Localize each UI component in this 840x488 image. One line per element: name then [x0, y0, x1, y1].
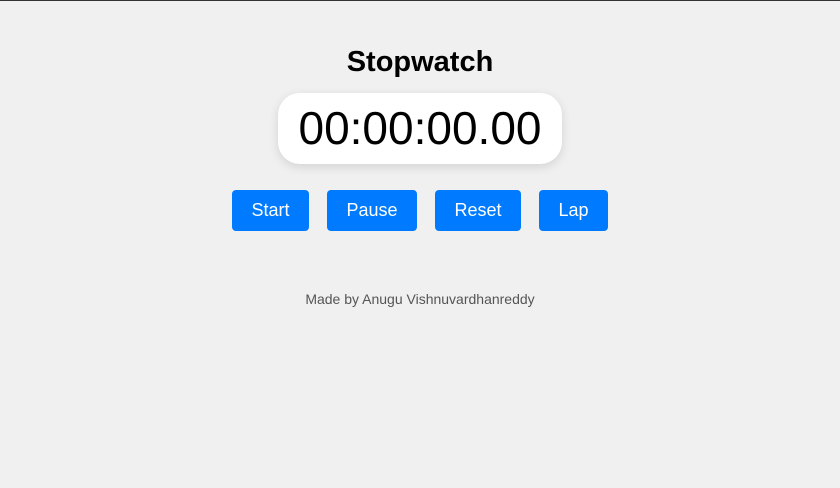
- controls: Start Pause Reset Lap: [0, 190, 840, 231]
- reset-button[interactable]: Reset: [435, 190, 521, 231]
- pause-button[interactable]: Pause: [327, 190, 417, 231]
- lap-button[interactable]: Lap: [539, 190, 608, 231]
- start-button[interactable]: Start: [232, 190, 309, 231]
- time-display-container: 00:00:00.00: [0, 93, 840, 164]
- page-title: Stopwatch: [346, 46, 494, 78]
- stopwatch-app: Stopwatch 00:00:00.00 Start Pause Reset …: [0, 1, 840, 307]
- footer-credit: Made by Anugu Vishnuvardhanreddy: [305, 291, 535, 307]
- time-display: 00:00:00.00: [278, 93, 562, 164]
